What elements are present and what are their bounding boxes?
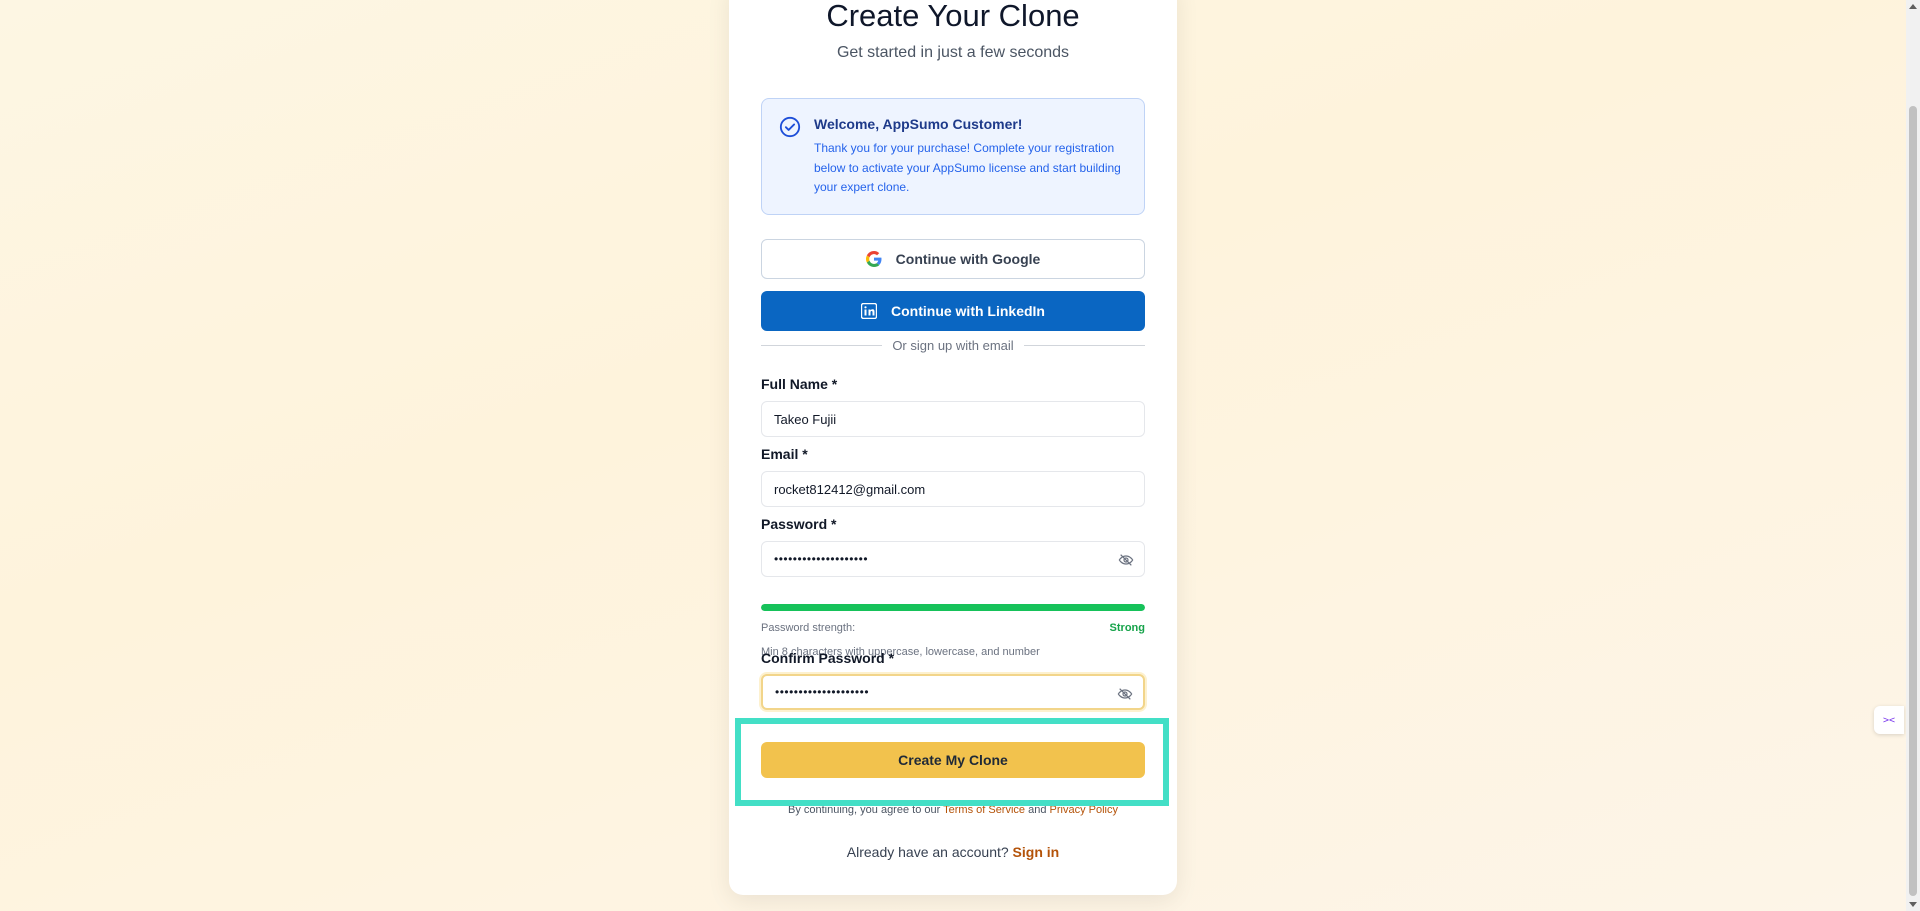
terms-of-service-link[interactable]: Terms of Service	[943, 804, 1025, 816]
eye-off-icon[interactable]	[1117, 686, 1133, 702]
confirm-password-label: Confirm Password *	[761, 650, 895, 666]
signin-prompt: Already have an account?	[846, 844, 1013, 860]
full-name-value: Takeo Fujii	[774, 411, 837, 427]
linkedin-icon	[861, 303, 877, 319]
password-strength-label: Password strength:	[761, 622, 856, 634]
divider-line	[1023, 344, 1146, 346]
password-strength-row: Password strength: Strong	[761, 622, 1145, 638]
password-strength-fill	[761, 604, 1145, 611]
password-strength-value: Strong	[1109, 622, 1145, 634]
scrollbar[interactable]	[1906, 0, 1920, 911]
privacy-policy-link[interactable]: Privacy Policy	[1050, 804, 1118, 816]
email-input[interactable]: rocket812412@gmail.com	[761, 471, 1145, 507]
continue-with-google-button[interactable]: Continue with Google	[761, 239, 1145, 279]
welcome-title: Welcome, AppSumo Customer!	[814, 116, 1023, 132]
google-button-label: Continue with Google	[895, 251, 1041, 267]
divider-line	[761, 344, 883, 346]
page-subtitle: Get started in just a few seconds	[836, 44, 1070, 61]
password-strength-bar	[761, 604, 1145, 611]
floating-widget-icon[interactable]: ><	[1874, 706, 1904, 734]
create-button-label: Create My Clone	[898, 752, 1008, 768]
scroll-down-icon[interactable]	[1909, 902, 1917, 907]
sign-in-link[interactable]: Sign in	[1013, 844, 1060, 860]
welcome-banner: Welcome, AppSumo Customer! Thank you for…	[761, 98, 1145, 215]
page-title: Create Your Clone	[826, 0, 1080, 33]
password-label: Password *	[761, 516, 837, 532]
scrollbar-thumb[interactable]	[1909, 106, 1917, 896]
password-value: ••••••••••••••••••••	[774, 552, 869, 566]
terms-and: and	[1025, 804, 1050, 816]
full-name-input[interactable]: Takeo Fujii	[761, 401, 1145, 437]
email-divider: Or sign up with email	[761, 335, 1146, 355]
signup-card: Create Your Clone Get started in just a …	[729, 0, 1177, 895]
terms-prefix: By continuing, you agree to our	[788, 804, 944, 816]
eye-off-icon[interactable]	[1118, 552, 1134, 568]
email-value: rocket812412@gmail.com	[774, 481, 926, 497]
confirm-password-value: ••••••••••••••••••••	[775, 685, 870, 699]
confirm-password-input[interactable]: ••••••••••••••••••••	[761, 674, 1145, 710]
linkedin-button-label: Continue with LinkedIn	[891, 303, 1045, 319]
continue-with-linkedin-button[interactable]: Continue with LinkedIn	[761, 291, 1145, 331]
check-circle-icon	[779, 116, 801, 138]
scroll-up-icon[interactable]	[1909, 4, 1917, 9]
google-icon	[865, 251, 882, 267]
create-my-clone-button[interactable]: Create My Clone	[761, 742, 1145, 778]
terms-notice: By continuing, you agree to our Terms of…	[729, 804, 1177, 816]
email-label: Email *	[761, 446, 808, 462]
signin-row: Already have an account? Sign in	[729, 844, 1177, 860]
full-name-label: Full Name *	[761, 376, 838, 392]
welcome-body: Thank you for your purchase! Complete yo…	[814, 141, 1121, 194]
divider-text: Or sign up with email	[892, 337, 1014, 353]
password-input[interactable]: ••••••••••••••••••••	[761, 541, 1145, 577]
